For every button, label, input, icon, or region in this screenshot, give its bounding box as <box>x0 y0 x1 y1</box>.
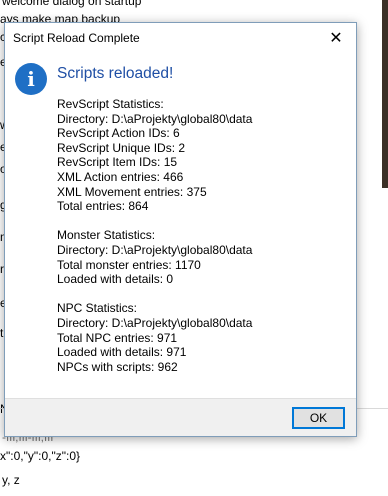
dialog-titlebar[interactable]: Script Reload Complete ✕ <box>5 23 356 53</box>
content-line: Directory: D:\aProjekty\global80\data <box>57 315 253 330</box>
content-line: RevScript Action IDs: 6 <box>57 126 180 141</box>
content-line: Total monster entries: 1170 <box>57 257 201 272</box>
content-line: RevScript Statistics: <box>57 97 164 111</box>
bg-side-strip <box>382 0 388 188</box>
content-line: RevScript Item IDs: 15 <box>57 155 178 170</box>
content-text: RevScript Statistics: Directory: D:\aProj… <box>57 97 347 374</box>
bg-text-line: x":0,"y":0,"z":0} <box>0 449 80 463</box>
content-line: Total entries: 864 <box>57 199 149 214</box>
content-line: XML Action entries: 466 <box>57 169 184 184</box>
close-icon: ✕ <box>329 29 343 47</box>
content-line: NPC Statistics: <box>57 301 138 316</box>
content-blank-line <box>57 214 347 229</box>
content-line: Directory: D:\aProjekty\global80\data <box>57 111 253 126</box>
ok-button[interactable]: OK <box>292 407 345 429</box>
content-line: NPCs with scripts: 962 <box>57 359 178 374</box>
content-line: Total NPC entries: 971 <box>57 330 178 345</box>
bg-text-fragment: t <box>0 326 4 340</box>
bg-text-line: welcome dialog on startup <box>2 0 142 8</box>
dialog-body: i Scripts reloaded! RevScript Statistics… <box>5 53 356 398</box>
content-line: Loaded with details: 971 <box>57 345 187 360</box>
dialog-title: Script Reload Complete <box>13 31 140 45</box>
main-instruction: Scripts reloaded! <box>57 65 174 82</box>
bg-text-line: y, z <box>2 473 20 487</box>
dialog-footer: OK <box>5 398 356 436</box>
content-line: Loaded with details: 0 <box>57 272 174 287</box>
content-line: Directory: D:\aProjekty\global80\data <box>57 242 253 257</box>
content-line: XML Movement entries: 375 <box>57 184 207 199</box>
info-icon: i <box>15 63 47 95</box>
content-blank-line <box>57 287 347 302</box>
close-button[interactable]: ✕ <box>316 23 356 52</box>
content-line: RevScript Unique IDs: 2 <box>57 140 186 155</box>
script-reload-dialog: Script Reload Complete ✕ i Scripts reloa… <box>4 22 357 437</box>
content-line: Monster Statistics: <box>57 228 156 243</box>
